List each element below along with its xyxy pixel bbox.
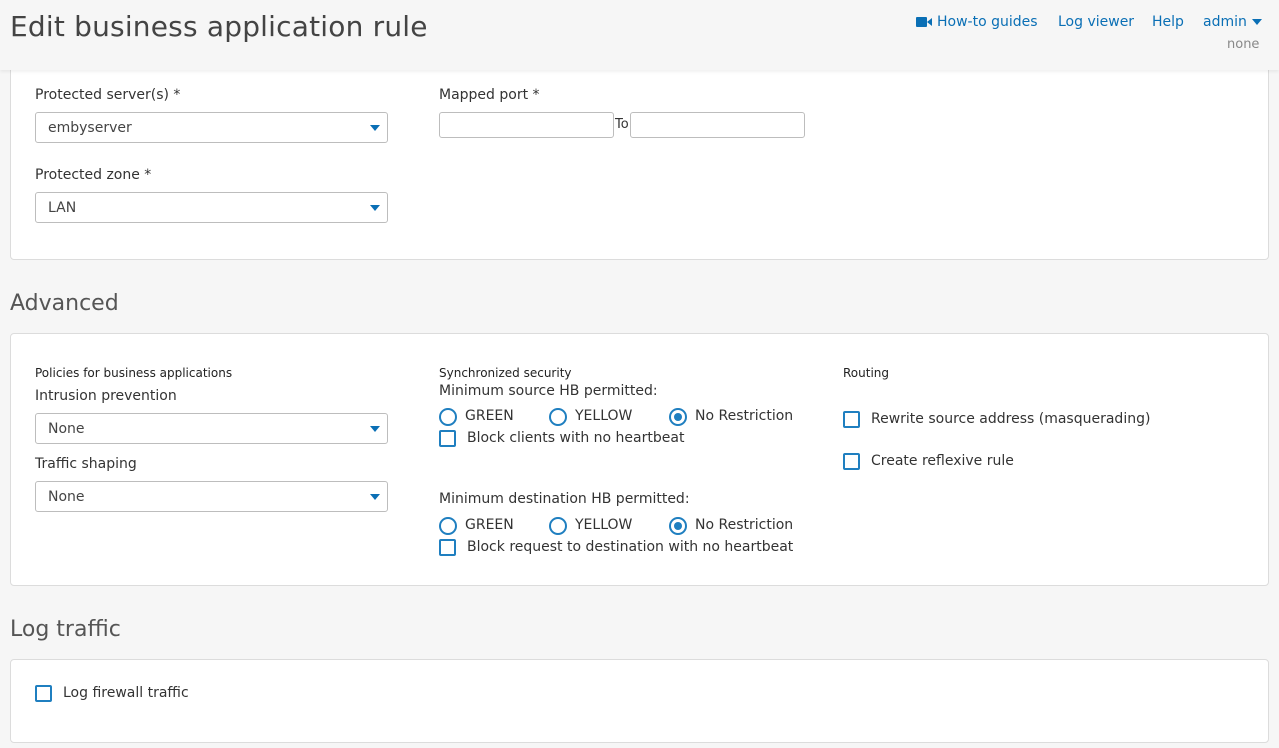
sync-security-heading: Synchronized security bbox=[439, 366, 572, 380]
howto-guides-label: How-to guides bbox=[937, 14, 1038, 30]
traffic-shaping-value: None bbox=[48, 489, 85, 505]
dropdown-arrow-icon bbox=[370, 426, 380, 432]
source-hb-yellow-label[interactable]: YELLOW bbox=[575, 408, 632, 424]
user-subtext: none bbox=[1227, 37, 1260, 52]
block-clients-checkbox[interactable] bbox=[439, 430, 456, 447]
dest-hb-norestriction-radio[interactable] bbox=[669, 517, 687, 535]
log-firewall-label[interactable]: Log firewall traffic bbox=[63, 685, 189, 701]
source-hb-norestriction-radio[interactable] bbox=[669, 408, 687, 426]
mapped-port-from-input[interactable] bbox=[439, 112, 614, 138]
rewrite-source-checkbox[interactable] bbox=[843, 411, 860, 428]
dropdown-arrow-icon bbox=[370, 125, 380, 131]
advanced-section-title: Advanced bbox=[10, 291, 119, 316]
dropdown-arrow-icon bbox=[370, 494, 380, 500]
intrusion-prevention-label: Intrusion prevention bbox=[35, 388, 177, 404]
log-viewer-link[interactable]: Log viewer bbox=[1058, 14, 1134, 30]
server-settings-panel bbox=[10, 50, 1269, 260]
protected-zone-select[interactable]: LAN bbox=[35, 192, 388, 223]
help-link[interactable]: Help bbox=[1152, 14, 1184, 30]
source-hb-yellow-radio[interactable] bbox=[549, 408, 567, 426]
dest-hb-green-radio[interactable] bbox=[439, 517, 457, 535]
traffic-shaping-select[interactable]: None bbox=[35, 481, 388, 512]
howto-guides-link[interactable]: How-to guides bbox=[916, 14, 1038, 30]
intrusion-prevention-select[interactable]: None bbox=[35, 413, 388, 444]
protected-servers-label: Protected server(s) * bbox=[35, 87, 181, 103]
user-name: admin bbox=[1203, 14, 1247, 30]
protected-servers-value: embyserver bbox=[48, 120, 132, 136]
source-hb-green-label[interactable]: GREEN bbox=[465, 408, 514, 424]
intrusion-prevention-value: None bbox=[48, 421, 85, 437]
mapped-port-to-separator: To bbox=[615, 117, 629, 132]
min-dest-hb-label: Minimum destination HB permitted: bbox=[439, 491, 690, 507]
chevron-down-icon bbox=[1251, 19, 1262, 25]
reflexive-rule-label[interactable]: Create reflexive rule bbox=[871, 453, 1014, 469]
traffic-shaping-label: Traffic shaping bbox=[35, 456, 137, 472]
mapped-port-to-input[interactable] bbox=[630, 112, 805, 138]
reflexive-rule-checkbox[interactable] bbox=[843, 453, 860, 470]
routing-heading: Routing bbox=[843, 366, 890, 380]
block-clients-label[interactable]: Block clients with no heartbeat bbox=[467, 430, 684, 446]
block-request-checkbox[interactable] bbox=[439, 539, 456, 556]
rewrite-source-label[interactable]: Rewrite source address (masquerading) bbox=[871, 411, 1150, 427]
block-request-label[interactable]: Block request to destination with no hea… bbox=[467, 539, 793, 555]
log-traffic-section-title: Log traffic bbox=[10, 617, 121, 642]
dest-hb-green-label[interactable]: GREEN bbox=[465, 517, 514, 533]
dropdown-arrow-icon bbox=[370, 205, 380, 211]
video-camera-icon bbox=[916, 17, 932, 27]
page-title: Edit business application rule bbox=[10, 10, 428, 43]
protected-servers-select[interactable]: embyserver bbox=[35, 112, 388, 143]
dest-hb-yellow-label[interactable]: YELLOW bbox=[575, 517, 632, 533]
log-traffic-panel bbox=[10, 659, 1269, 743]
page-header: Edit business application rule How-to gu… bbox=[0, 0, 1279, 70]
user-menu[interactable]: admin bbox=[1203, 14, 1262, 30]
min-source-hb-label: Minimum source HB permitted: bbox=[439, 383, 658, 399]
source-hb-green-radio[interactable] bbox=[439, 408, 457, 426]
protected-zone-value: LAN bbox=[48, 200, 77, 216]
policies-heading: Policies for business applications bbox=[35, 366, 233, 380]
dest-hb-yellow-radio[interactable] bbox=[549, 517, 567, 535]
dest-hb-norestriction-label[interactable]: No Restriction bbox=[695, 517, 793, 533]
source-hb-norestriction-label[interactable]: No Restriction bbox=[695, 408, 793, 424]
protected-zone-label: Protected zone * bbox=[35, 167, 152, 183]
log-firewall-checkbox[interactable] bbox=[35, 685, 52, 702]
mapped-port-label: Mapped port * bbox=[439, 87, 540, 103]
